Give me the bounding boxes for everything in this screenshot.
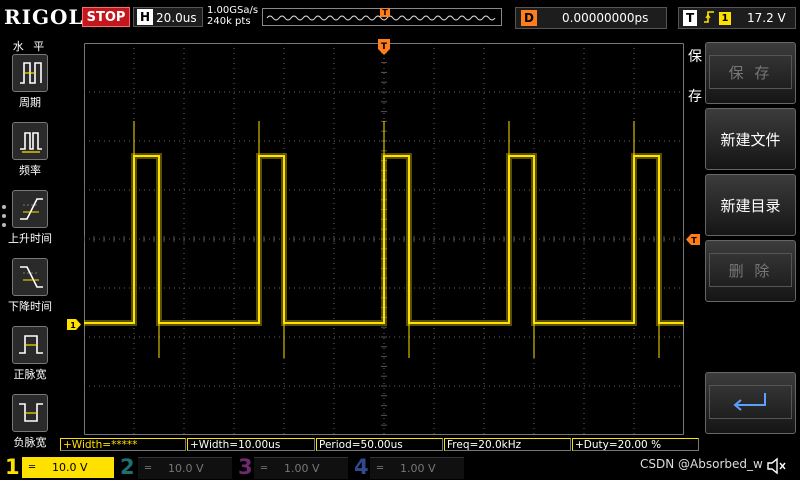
sample-rate: 1.00GSa/s xyxy=(207,5,259,16)
acquisition-info: 1.00GSa/s 240k pts xyxy=(207,5,258,27)
save-menu-title-top: 保 xyxy=(688,49,702,65)
channel-1-ground-marker: 1 xyxy=(67,319,81,330)
measurement-item[interactable]: Period=50.00us xyxy=(316,438,443,451)
measure-negative-width-label: 负脉宽 xyxy=(13,436,47,449)
run-stop-status[interactable]: STOP xyxy=(82,7,130,27)
measure-rise-time-label: 上升时间 xyxy=(8,232,52,245)
brand-logo: RIGOL xyxy=(4,5,84,29)
waveform-display[interactable] xyxy=(84,43,684,435)
page-indicator xyxy=(2,200,6,232)
timebase-value: 20.0us xyxy=(156,11,197,25)
save-button[interactable]: 保 存 xyxy=(705,42,796,104)
measurement-item[interactable]: Freq=20.0kHz xyxy=(444,438,571,451)
measure-rise-time[interactable]: 上升时间 xyxy=(8,190,54,250)
delete-button-label: 删 除 xyxy=(709,253,792,287)
new-file-button-label: 新建文件 xyxy=(720,130,781,149)
channel-bar: 1 ═ 10.0 V 2 ═ 10.0 V 3 ═ 1.00 V 4 ═ 1.0… xyxy=(0,453,800,480)
negative-width-icon xyxy=(12,394,48,432)
channel-4-number[interactable]: 4 xyxy=(354,455,369,479)
period-icon xyxy=(12,54,48,92)
channel-2-volts: 10.0 V xyxy=(168,462,204,475)
speaker-icon[interactable] xyxy=(766,456,788,476)
measure-positive-width[interactable]: 正脉宽 xyxy=(8,326,54,386)
dc-coupling-icon: ═ xyxy=(261,463,268,474)
trigger-time-marker: T xyxy=(378,39,390,55)
channel-1-scale[interactable]: ═ 10.0 V xyxy=(22,457,114,478)
enter-arrow-icon xyxy=(709,385,792,419)
measure-menu-title: 水 平 xyxy=(12,40,48,53)
measure-negative-width[interactable]: 负脉宽 xyxy=(8,394,54,454)
delay-display[interactable]: D 0.00000000ps xyxy=(515,7,667,29)
measure-frequency[interactable]: 频率 xyxy=(8,122,54,182)
channel-3-volts: 1.00 V xyxy=(284,462,320,475)
timebase-display[interactable]: H 20.0us xyxy=(133,7,203,27)
top-status-bar: RIGOL STOP H 20.0us 1.00GSa/s 240k pts T… xyxy=(0,0,800,34)
rising-edge-icon xyxy=(703,10,715,28)
new-folder-button[interactable]: 新建目录 xyxy=(705,174,796,236)
trigger-source: 1 xyxy=(719,12,731,25)
watermark-text: CSDN @Absorbed_w xyxy=(640,457,763,471)
channel-3-number[interactable]: 3 xyxy=(238,455,253,479)
channel-4-scale[interactable]: ═ 1.00 V xyxy=(370,457,464,479)
positive-width-icon xyxy=(12,326,48,364)
channel-4-volts: 1.00 V xyxy=(400,462,436,475)
measure-period[interactable]: 周期 xyxy=(8,54,54,114)
save-menu: 保 存 保 存 新建文件 新建目录 删 除 xyxy=(686,40,800,440)
rise-time-icon xyxy=(12,190,48,228)
timebase-label: H xyxy=(137,9,154,25)
new-file-button[interactable]: 新建文件 xyxy=(705,108,796,170)
trigger-level: 17.2 V xyxy=(747,11,786,25)
channel-3-scale[interactable]: ═ 1.00 V xyxy=(254,457,348,479)
trigger-label: T xyxy=(683,10,698,26)
enter-button[interactable] xyxy=(705,372,796,434)
dc-coupling-icon: ═ xyxy=(29,462,36,473)
memory-depth: 240k pts xyxy=(207,16,251,27)
svg-text:1: 1 xyxy=(70,321,76,330)
measure-frequency-label: 频率 xyxy=(19,164,41,177)
channel-1-number[interactable]: 1 xyxy=(5,455,20,479)
measure-menu: 水 平 周期 频率 上升时间 下降时间 正脉宽 负脉宽 xyxy=(0,34,60,449)
fall-time-icon xyxy=(12,258,48,296)
measurement-item[interactable]: +Width=10.00us xyxy=(187,438,315,451)
channel-2-scale[interactable]: ═ 10.0 V xyxy=(138,457,232,479)
measurement-results: +Width=***** +Width=10.00us Period=50.00… xyxy=(60,437,700,452)
channel-1-volts: 10.0 V xyxy=(52,461,88,474)
measure-positive-width-label: 正脉宽 xyxy=(13,368,47,381)
dc-coupling-icon: ═ xyxy=(145,463,152,474)
new-folder-button-label: 新建目录 xyxy=(720,196,781,215)
measure-fall-time-label: 下降时间 xyxy=(8,300,52,313)
delay-value: 0.00000000ps xyxy=(562,11,649,25)
frequency-icon xyxy=(12,122,48,160)
svg-text:T: T xyxy=(381,42,388,52)
trigger-position-marker: T xyxy=(380,8,390,17)
measurement-item[interactable]: +Width=***** xyxy=(60,438,186,451)
delay-label: D xyxy=(521,10,537,26)
measurement-item[interactable]: +Duty=20.00 % xyxy=(572,438,699,451)
measure-period-label: 周期 xyxy=(19,96,41,109)
channel-2-number[interactable]: 2 xyxy=(120,455,135,479)
measure-fall-time[interactable]: 下降时间 xyxy=(8,258,54,318)
trigger-display[interactable]: T 1 17.2 V xyxy=(678,7,796,29)
dc-coupling-icon: ═ xyxy=(377,463,384,474)
save-menu-title-bottom: 存 xyxy=(688,89,702,105)
save-button-label: 保 存 xyxy=(709,55,792,89)
delete-button[interactable]: 删 除 xyxy=(705,240,796,302)
